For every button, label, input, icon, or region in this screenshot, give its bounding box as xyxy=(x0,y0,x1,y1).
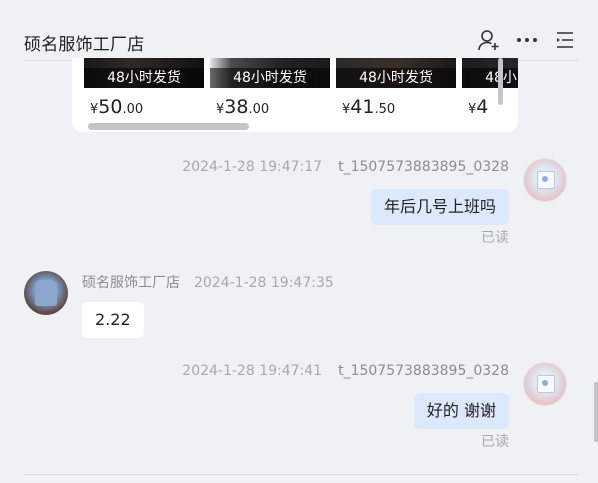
shipping-badge: 48小时发货 xyxy=(210,68,330,88)
more-icon[interactable] xyxy=(515,28,539,52)
avatar[interactable] xyxy=(523,362,567,406)
product-price: ¥38.00 xyxy=(216,96,270,118)
product-item[interactable]: 48小时发货 ¥38.00 xyxy=(210,58,330,118)
message-meta: 2024-1-28 19:47:17 t_1507573883895_0328 xyxy=(182,159,509,175)
product-price: ¥41.50 xyxy=(342,96,396,118)
message-meta: 硕名服饰工厂店 2024-1-28 19:47:35 xyxy=(82,272,334,292)
product-price: ¥4 xyxy=(468,96,489,118)
message-time: 2024-1-28 19:47:41 xyxy=(182,363,323,379)
product-price: ¥50.00 xyxy=(90,96,144,118)
message-sender: 硕名服饰工厂店 xyxy=(82,275,180,291)
read-status: 已读 xyxy=(481,230,509,246)
avatar[interactable] xyxy=(523,158,567,202)
message-sender: t_1507573883895_0328 xyxy=(338,363,509,379)
message-bubble: 好的 谢谢 xyxy=(413,393,509,429)
avatar[interactable] xyxy=(24,271,68,315)
message-time: 2024-1-28 19:47:17 xyxy=(182,159,323,175)
message-bubble: 2.22 xyxy=(82,302,144,338)
product-item[interactable]: 48小时发货 ¥41.50 xyxy=(336,58,456,118)
shipping-badge: 48小时发货 xyxy=(84,68,204,88)
shipping-badge: 48小时发货 xyxy=(462,68,518,88)
shipping-badge: 48小时发货 xyxy=(336,68,456,88)
shop-name-title: 硕名服饰工厂店 xyxy=(24,35,145,55)
product-vertical-scrollbar[interactable] xyxy=(498,58,503,105)
product-horizontal-scrollbar[interactable] xyxy=(88,123,249,130)
menu-icon[interactable] xyxy=(553,28,577,52)
product-card: 48小时发货 ¥50.00 48小时发货 ¥38.00 48小时发货 ¥41.5… xyxy=(72,58,518,132)
chat-header: 硕名服饰工厂店 xyxy=(24,0,578,61)
message-time: 2024-1-28 19:47:35 xyxy=(194,275,334,291)
message-bubble: 年后几号上班吗 xyxy=(370,189,509,225)
message-meta: 2024-1-28 19:47:41 t_1507573883895_0328 xyxy=(182,363,509,379)
chat-scrollbar[interactable] xyxy=(594,382,598,442)
product-item[interactable]: 48小时发货 ¥50.00 xyxy=(84,58,204,118)
read-status: 已读 xyxy=(481,434,509,450)
divider xyxy=(24,474,578,475)
product-item[interactable]: 48小时发货 ¥4 xyxy=(462,58,518,118)
message-sender: t_1507573883895_0328 xyxy=(338,159,509,175)
user-add-icon[interactable] xyxy=(477,28,501,52)
